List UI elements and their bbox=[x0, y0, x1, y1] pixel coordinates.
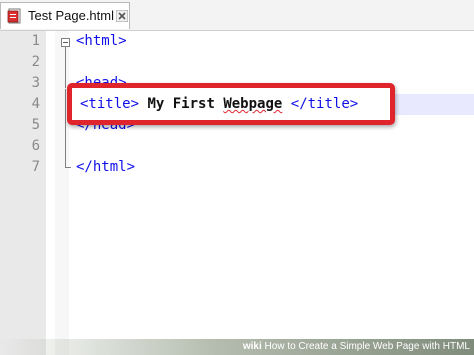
line-number: 2 bbox=[31, 54, 40, 70]
tab-label: Test Page.html bbox=[28, 8, 114, 23]
title-text-space bbox=[282, 96, 290, 112]
file-icon bbox=[7, 8, 21, 24]
title-tag-callout: <title> My First Webpage </title> bbox=[67, 83, 395, 125]
fold-margin bbox=[55, 31, 69, 355]
code-line-7[interactable]: </html> bbox=[76, 157, 135, 178]
close-icon[interactable] bbox=[116, 10, 128, 22]
code-line-4[interactable]: <title> My First Webpage </title> bbox=[80, 93, 358, 115]
tab-test-page[interactable]: Test Page.html bbox=[0, 2, 130, 29]
title-close-tag: </title> bbox=[290, 96, 359, 112]
watermark-bar: wiki How to Create a Simple Web Page wit… bbox=[0, 339, 474, 355]
title-text-part: My First bbox=[139, 96, 224, 112]
fold-guide-line bbox=[65, 47, 66, 88]
line-number: 4 bbox=[31, 96, 40, 112]
title-text-misspelled-word: Webpage bbox=[223, 96, 283, 112]
fold-toggle-icon[interactable] bbox=[61, 38, 70, 47]
code-line-1[interactable]: <html> bbox=[76, 31, 127, 52]
line-number: 1 bbox=[31, 33, 40, 49]
line-number: 6 bbox=[31, 138, 40, 154]
title-open-tag: <title> bbox=[80, 96, 140, 112]
line-number: 3 bbox=[31, 75, 40, 91]
fold-guide-line bbox=[65, 89, 66, 167]
tab-bar: Test Page.html bbox=[0, 0, 474, 31]
line-number: 7 bbox=[31, 159, 40, 175]
fold-end-marker bbox=[65, 167, 71, 168]
watermark-brand: wiki bbox=[242, 341, 262, 352]
line-number: 5 bbox=[31, 117, 40, 133]
watermark: wiki How to Create a Simple Web Page wit… bbox=[243, 339, 470, 355]
watermark-caption: How to Create a Simple Web Page with HTM… bbox=[264, 341, 470, 352]
